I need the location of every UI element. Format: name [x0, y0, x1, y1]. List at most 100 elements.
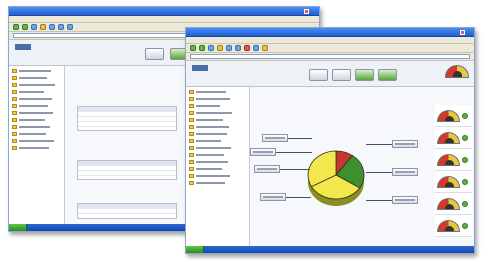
- tree-item[interactable]: [12, 69, 61, 73]
- ok-icon: [462, 179, 468, 185]
- chart-connector-line: [288, 138, 312, 139]
- history-icon[interactable]: [226, 45, 232, 51]
- logo: [15, 44, 31, 50]
- status-row[interactable]: [435, 127, 472, 149]
- table-row[interactable]: [78, 122, 176, 127]
- print-icon[interactable]: [67, 24, 73, 30]
- mail-icon[interactable]: [235, 45, 241, 51]
- sidebar-tree: [9, 66, 65, 231]
- folder-icon: [189, 167, 194, 171]
- refresh-icon[interactable]: [253, 45, 259, 51]
- tree-item[interactable]: [12, 111, 61, 115]
- tree-item[interactable]: [12, 76, 61, 80]
- pie-chart: [307, 150, 365, 206]
- table-row[interactable]: [78, 171, 176, 176]
- tree-item[interactable]: [189, 118, 246, 122]
- folder-icon: [189, 118, 194, 122]
- tree-item[interactable]: [189, 167, 246, 171]
- status-row[interactable]: [435, 171, 472, 193]
- mail-icon[interactable]: [58, 24, 64, 30]
- ok-icon: [462, 223, 468, 229]
- back-icon[interactable]: [190, 45, 196, 51]
- folder-icon: [12, 76, 17, 80]
- tree-item[interactable]: [189, 153, 246, 157]
- tree-item[interactable]: [189, 111, 246, 115]
- ok-icon: [462, 113, 468, 119]
- tree-item[interactable]: [12, 146, 61, 150]
- tree-item[interactable]: [189, 160, 246, 164]
- tree-item[interactable]: [12, 83, 61, 87]
- table-row[interactable]: [78, 209, 176, 214]
- chart-callout-box: [262, 134, 288, 142]
- gauge-icon: [437, 176, 460, 188]
- tree-item[interactable]: [189, 90, 246, 94]
- tree-item[interactable]: [189, 174, 246, 178]
- toolbar-button[interactable]: [309, 69, 328, 81]
- start-button[interactable]: [186, 246, 204, 253]
- data-table: [77, 106, 177, 131]
- tree-item[interactable]: [189, 97, 246, 101]
- close-icon[interactable]: [460, 30, 465, 35]
- tree-item[interactable]: [12, 132, 61, 136]
- chart-callout-box: [260, 193, 286, 201]
- tree-item[interactable]: [189, 139, 246, 143]
- header-gauge-icon: [445, 65, 469, 78]
- favorites-icon[interactable]: [40, 24, 46, 30]
- home-icon[interactable]: [31, 24, 37, 30]
- home-icon[interactable]: [208, 45, 214, 51]
- tree-item[interactable]: [12, 139, 61, 143]
- folder-icon: [12, 125, 17, 129]
- back-icon[interactable]: [13, 24, 19, 30]
- menu-bar: [9, 16, 319, 23]
- folder-icon: [12, 139, 17, 143]
- chart-callout-box: [392, 168, 418, 176]
- url-input[interactable]: [190, 54, 470, 59]
- tree-item[interactable]: [12, 104, 61, 108]
- stop-icon[interactable]: [244, 45, 250, 51]
- forward-icon[interactable]: [22, 24, 28, 30]
- window-title-bar: [9, 7, 319, 16]
- status-row[interactable]: [435, 215, 472, 237]
- tree-item[interactable]: [12, 125, 61, 129]
- start-button[interactable]: [9, 224, 27, 231]
- tree-item[interactable]: [189, 132, 246, 136]
- favorites-icon[interactable]: [217, 45, 223, 51]
- tree-item[interactable]: [189, 181, 246, 185]
- tools-icon[interactable]: [262, 45, 268, 51]
- gauge-icon: [437, 198, 460, 210]
- gauge-icon: [437, 154, 460, 166]
- toolbar-button[interactable]: [378, 69, 397, 81]
- chart-connector-line: [286, 197, 311, 198]
- tree-item[interactable]: [189, 125, 246, 129]
- sidebar-tree: [186, 87, 250, 253]
- screenshot-collage: [0, 0, 487, 261]
- toolbar-button[interactable]: [332, 69, 351, 81]
- folder-icon: [189, 90, 194, 94]
- logo: [192, 65, 208, 71]
- status-row[interactable]: [435, 193, 472, 215]
- status-row[interactable]: [435, 105, 472, 127]
- folder-icon: [12, 146, 17, 150]
- history-icon[interactable]: [49, 24, 55, 30]
- tree-item[interactable]: [189, 146, 246, 150]
- browser-window-front: [185, 27, 475, 254]
- chart-connector-line: [366, 144, 392, 145]
- chart-callout-box: [392, 140, 418, 148]
- app-header: [186, 61, 474, 87]
- status-row[interactable]: [435, 149, 472, 171]
- tree-item[interactable]: [189, 104, 246, 108]
- close-icon[interactable]: [304, 9, 309, 14]
- tree-item[interactable]: [12, 90, 61, 94]
- folder-icon: [189, 132, 194, 136]
- toolbar-button[interactable]: [355, 69, 374, 81]
- chart-connector-line: [280, 169, 310, 170]
- folder-icon: [189, 174, 194, 178]
- forward-icon[interactable]: [199, 45, 205, 51]
- toolbar-button[interactable]: [145, 48, 164, 60]
- folder-icon: [12, 111, 17, 115]
- chart-callout-box: [254, 165, 280, 173]
- tree-item[interactable]: [12, 118, 61, 122]
- data-table: [77, 203, 177, 219]
- ok-icon: [462, 135, 468, 141]
- tree-item[interactable]: [12, 97, 61, 101]
